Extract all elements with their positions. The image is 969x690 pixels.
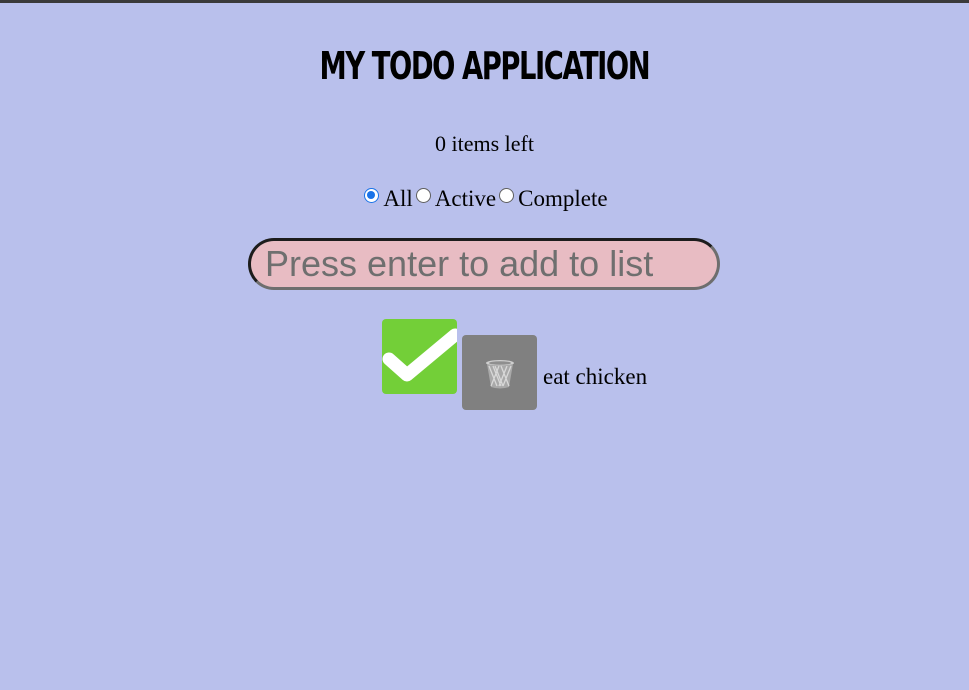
new-todo-wrapper	[248, 238, 720, 290]
filter-complete-label: Complete	[518, 186, 608, 211]
todo-item: eat chicken	[382, 319, 647, 411]
trash-icon	[485, 359, 514, 388]
filter-active[interactable]: Active	[413, 185, 496, 213]
filter-active-label: Active	[434, 186, 497, 211]
todo-text: eat chicken	[543, 364, 648, 389]
filter-complete[interactable]: Complete	[496, 185, 608, 213]
new-todo-input[interactable]	[248, 238, 720, 290]
filter-all-label: All	[383, 186, 413, 211]
checkmark-icon	[382, 328, 457, 382]
delete-button[interactable]	[462, 335, 537, 410]
filter-active-radio[interactable]	[415, 187, 431, 203]
complete-button[interactable]	[382, 319, 457, 394]
page-title: MY TODO APPLICATION	[319, 44, 651, 88]
filter-all[interactable]: All	[361, 185, 413, 213]
filter-complete-radio[interactable]	[499, 187, 515, 203]
items-left-count: 0 items left	[435, 131, 534, 156]
filter-group: All Active Complete	[0, 185, 969, 213]
filter-all-radio[interactable]	[364, 187, 380, 203]
